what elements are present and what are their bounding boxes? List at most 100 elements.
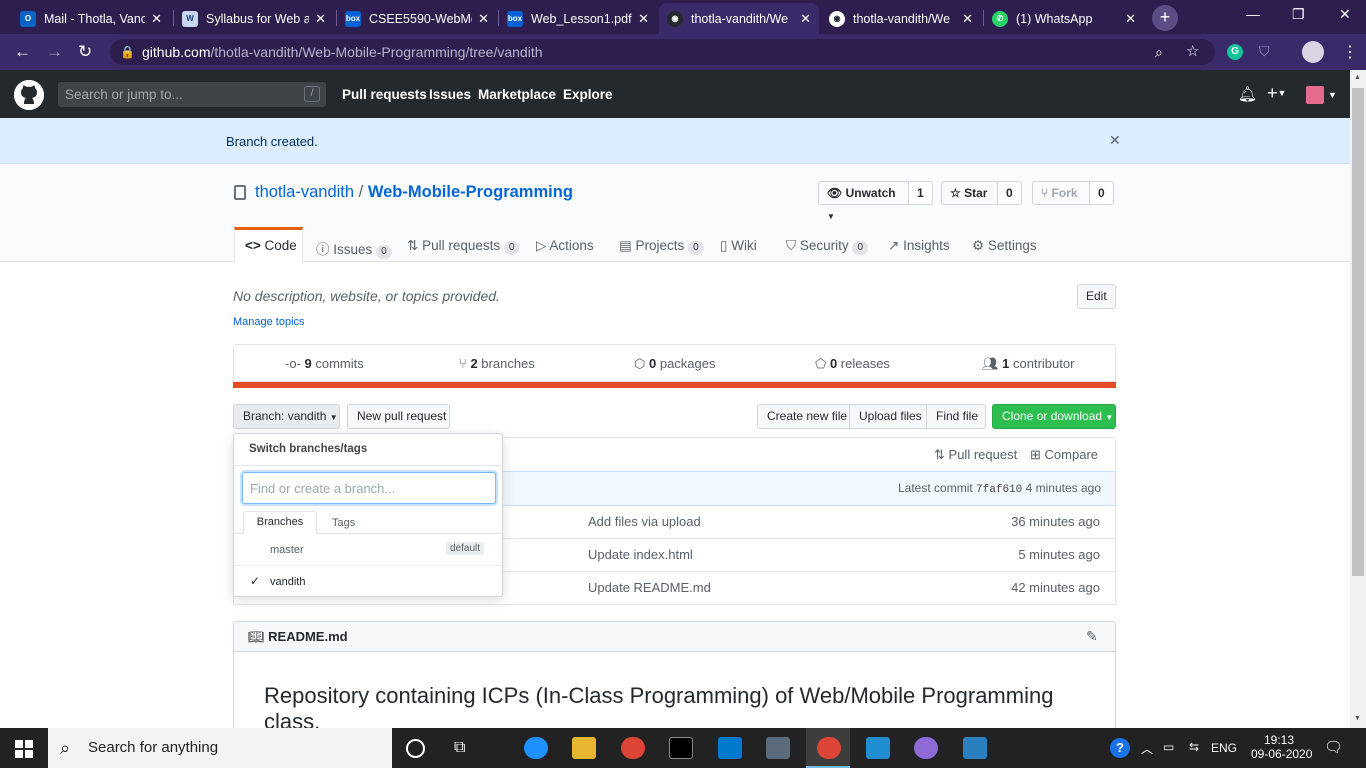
close-icon[interactable]: ✕ [478, 11, 489, 27]
star-button[interactable]: ☆ Star [941, 181, 998, 205]
tab-security[interactable]: ⛉ Security 0 [786, 238, 868, 255]
browser-tab[interactable]: box Web_Lesson1.pdf ✕ [499, 3, 657, 34]
forward-icon[interactable]: → [46, 42, 63, 62]
help-icon[interactable]: ? [1110, 738, 1130, 758]
window-close-icon[interactable]: ✕ [1339, 6, 1351, 23]
branch-select-button[interactable]: Branch: vandith ▼ [233, 404, 340, 429]
scroll-up-icon[interactable]: ▲ [1354, 74, 1361, 81]
task-view-icon[interactable]: ⧉ [454, 739, 465, 757]
tab-projects[interactable]: ▤ Projects 0 [619, 238, 704, 255]
close-icon[interactable]: ✕ [638, 11, 649, 27]
fork-button[interactable]: ⑂ Fork [1032, 181, 1090, 205]
app-icon[interactable] [914, 737, 938, 759]
nav-marketplace[interactable]: Marketplace [478, 87, 556, 102]
tab-tags[interactable]: Tags [332, 517, 355, 529]
unwatch-button[interactable]: 👁︎ Unwatch ▼ [818, 181, 909, 221]
reload-icon[interactable]: ↻ [78, 42, 92, 62]
close-icon[interactable]: ✕ [315, 11, 326, 27]
browser-tab[interactable]: O Mail - Thotla, Vanc ✕ [12, 3, 170, 34]
nav-explore[interactable]: Explore [563, 87, 613, 102]
github-logo-icon[interactable] [14, 80, 44, 110]
bookmark-star-icon[interactable]: ☆ [1186, 39, 1199, 65]
browser-tab[interactable]: W Syllabus for Web a ✕ [174, 3, 334, 34]
tab-pull-requests[interactable]: ⇅ Pull requests 0 [407, 238, 520, 255]
network-icon[interactable]: ⇆ [1189, 740, 1199, 754]
edit-description-button[interactable]: Edit [1077, 284, 1116, 309]
language-bar[interactable] [233, 382, 1116, 388]
address-bar[interactable]: 🔒 github.com/thotla-vandith/Web-Mobile-P… [110, 39, 1215, 65]
close-icon[interactable]: ✕ [1109, 132, 1121, 149]
restore-icon[interactable]: ❐ [1292, 6, 1305, 23]
branch-item-vandith[interactable]: ✓ vandith [234, 566, 502, 597]
releases-link[interactable]: ⬠ 0 releases [815, 356, 890, 372]
chrome-active-icon[interactable] [817, 737, 841, 759]
shield-extension-icon[interactable]: ⛉ [1259, 43, 1275, 61]
scroll-down-icon[interactable]: ▼ [1354, 715, 1361, 722]
browser-tab[interactable]: box CSEE5590-WebMo ✕ [337, 3, 497, 34]
find-file-button[interactable]: Find file [926, 404, 986, 429]
branches-link[interactable]: ⑂ 2 branches [459, 356, 535, 371]
tab-issues[interactable]: ⓘ Issues 0 [316, 238, 392, 259]
github-search-input[interactable]: Search or jump to... / [58, 82, 326, 107]
menu-icon[interactable]: ⋮ [1342, 42, 1358, 62]
repo-name-link[interactable]: Web-Mobile-Programming [368, 183, 573, 201]
browser-tab[interactable]: ✆ (1) WhatsApp ✕ [984, 3, 1144, 34]
chrome-icon[interactable] [621, 737, 645, 759]
commit-message-link[interactable]: Update README.md [588, 580, 711, 595]
taskbar-search-box[interactable]: ⌕ Search for anything [48, 728, 392, 768]
branch-filter-input[interactable] [242, 472, 496, 504]
photos-icon[interactable] [963, 737, 987, 759]
close-icon[interactable]: ✕ [800, 11, 811, 27]
close-icon[interactable]: ✕ [1125, 11, 1136, 27]
commit-sha-link[interactable]: 7faf610 [976, 484, 1022, 496]
create-new-button[interactable]: +▼ [1267, 83, 1286, 104]
bell-icon[interactable]: 🔔︎ [1238, 85, 1257, 103]
clock[interactable]: 19:13 09-06-2020 [1251, 733, 1312, 761]
contributors-link[interactable]: 👥︎ 1 contributor [982, 356, 1074, 372]
caret-down-icon[interactable]: ▼ [1328, 90, 1337, 100]
vscode-icon[interactable] [718, 737, 742, 759]
profile-avatar[interactable] [1302, 41, 1324, 63]
windows-start-icon[interactable] [15, 740, 33, 761]
close-icon[interactable]: ✕ [962, 11, 973, 27]
commit-message-link[interactable]: Add files via upload [588, 514, 701, 529]
tab-insights[interactable]: ↗ Insights [888, 238, 950, 254]
back-icon[interactable]: ← [14, 42, 31, 62]
tab-actions[interactable]: ▷ Actions [536, 238, 594, 254]
commits-link[interactable]: -o- 9 commits [285, 356, 364, 371]
virtualbox-icon[interactable] [766, 737, 790, 759]
scrollbar-thumb[interactable] [1352, 88, 1364, 576]
file-explorer-icon[interactable] [572, 737, 596, 759]
nav-pull-requests[interactable]: Pull requests [342, 87, 427, 102]
pull-request-link[interactable]: ⇅ Pull request [934, 447, 1017, 463]
notifications-icon[interactable]: 🗨︎ [1324, 738, 1343, 756]
zoom-search-icon[interactable]: ⌕ [1155, 39, 1163, 65]
language-indicator[interactable]: ENG [1211, 741, 1237, 755]
packages-link[interactable]: ⬡ 0 packages [634, 356, 716, 372]
terminal-icon[interactable] [669, 737, 693, 759]
tab-code[interactable]: <> Code [234, 227, 303, 263]
browser-tab[interactable]: ◉ thotla-vandith/We ✕ [821, 3, 981, 34]
repo-owner-link[interactable]: thotla-vandith [255, 183, 354, 201]
tab-settings[interactable]: ⚙ Settings [972, 238, 1037, 254]
compare-link[interactable]: ⊞ Compare [1030, 447, 1098, 463]
nav-issues[interactable]: Issues [429, 87, 471, 102]
grammarly-icon[interactable]: G [1227, 44, 1243, 60]
close-icon[interactable]: ✕ [151, 11, 162, 27]
tray-chevron-icon[interactable]: ︿ [1141, 740, 1153, 757]
branch-item-master[interactable]: master default [234, 534, 502, 566]
user-avatar[interactable] [1306, 86, 1324, 104]
battery-icon[interactable]: ▭ [1163, 740, 1174, 754]
pencil-icon[interactable]: ✎ [1086, 628, 1098, 645]
tab-branches[interactable]: Branches [243, 511, 317, 534]
watch-count[interactable]: 1 [909, 181, 933, 205]
new-pull-request-button[interactable]: New pull request [347, 404, 450, 429]
cortana-icon[interactable] [406, 739, 425, 758]
upload-files-button[interactable]: Upload files [849, 404, 927, 429]
star-count[interactable]: 0 [998, 181, 1022, 205]
clone-download-button[interactable]: Clone or download ▼ [992, 404, 1116, 429]
tab-wiki[interactable]: ▯ Wiki [720, 238, 757, 254]
edge-icon[interactable] [524, 737, 548, 759]
manage-topics-link[interactable]: Manage topics [233, 316, 305, 328]
webstorm-icon[interactable] [866, 737, 890, 759]
